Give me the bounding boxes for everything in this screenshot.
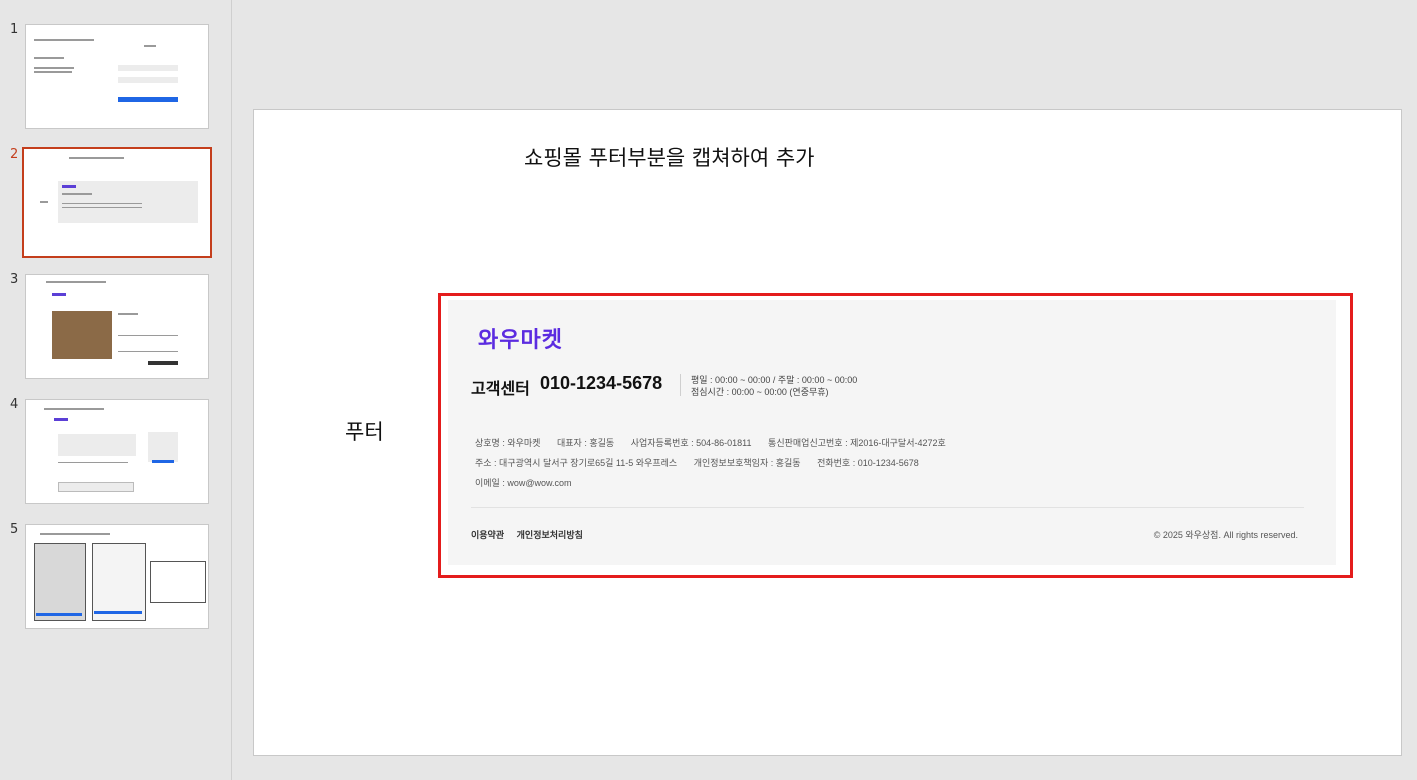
- company-email: 이메일 : wow@wow.com: [475, 478, 572, 488]
- slide-number-4: 4: [10, 397, 19, 412]
- slide-thumbnail-3[interactable]: [25, 274, 209, 379]
- company-name: 상호명 : 와우마켓: [475, 438, 541, 448]
- company-info-row-1: 상호명 : 와우마켓 대표자 : 홍길동 사업자등록번호 : 504-86-01…: [475, 436, 960, 449]
- slide-thumbnail-1[interactable]: [25, 24, 209, 129]
- slide-thumbnail-4[interactable]: [25, 399, 209, 504]
- slide-thumbnail-5[interactable]: [25, 524, 209, 629]
- ecommerce-number: 통신판매업신고번호 : 제2016-대구달서-4272호: [768, 438, 946, 448]
- company-info-row-2: 주소 : 대구광역시 달서구 장기로65길 11-5 와우프레스 개인정보보호책…: [475, 456, 933, 469]
- customer-center-phone: 010-1234-5678: [540, 373, 663, 393]
- company-address: 주소 : 대구광역시 달서구 장기로65길 11-5 와우프레스: [475, 458, 678, 468]
- slide-number-3: 3: [10, 272, 19, 287]
- privacy-policy-link[interactable]: 개인정보처리방침: [517, 530, 583, 540]
- divider: [680, 374, 681, 396]
- business-number: 사업자등록번호 : 504-86-01811: [630, 438, 752, 448]
- lunch-hours: 점심시간 : 00:00 ~ 00:00 (연중무휴): [691, 387, 829, 397]
- privacy-officer: 개인정보보호책임자 : 홍길동: [693, 458, 801, 468]
- footer-label[interactable]: 푸터: [345, 416, 384, 446]
- shop-footer-capture: 와우마켓 고객센터 010-1234-5678 평일 : 00:00 ~ 00:…: [448, 300, 1336, 565]
- slide-thumbnail-2[interactable]: [22, 147, 212, 258]
- customer-center-title: 고객센터: [471, 381, 530, 398]
- footer-links: 이용약관 개인정보처리방침: [471, 528, 593, 541]
- slide-title[interactable]: 쇼핑몰 푸터부분을 캡쳐하여 추가: [524, 142, 815, 172]
- brand-logo: 와우마켓: [478, 327, 563, 352]
- slide-number-1: 1: [10, 22, 19, 37]
- footer-screenshot-highlight[interactable]: 와우마켓 고객센터 010-1234-5678 평일 : 00:00 ~ 00:…: [438, 293, 1353, 578]
- copyright-text: © 2025 와우상점. All rights reserved.: [1153, 530, 1298, 540]
- terms-link[interactable]: 이용약관: [471, 530, 504, 540]
- slide-number-5: 5: [10, 522, 19, 537]
- slide-number-2: 2: [10, 147, 19, 162]
- slide-thumbnail-panel: 1 2 3 4 5: [0, 0, 232, 780]
- footer-divider: [471, 507, 1304, 508]
- slide-canvas: 쇼핑몰 푸터부분을 캡쳐하여 추가 푸터 와우마켓 고객센터 010-1234-…: [253, 109, 1402, 756]
- company-info-row-3: 이메일 : wow@wow.com: [475, 476, 586, 489]
- ceo-name: 대표자 : 홍길동: [556, 438, 615, 448]
- company-phone: 전화번호 : 010-1234-5678: [817, 458, 919, 468]
